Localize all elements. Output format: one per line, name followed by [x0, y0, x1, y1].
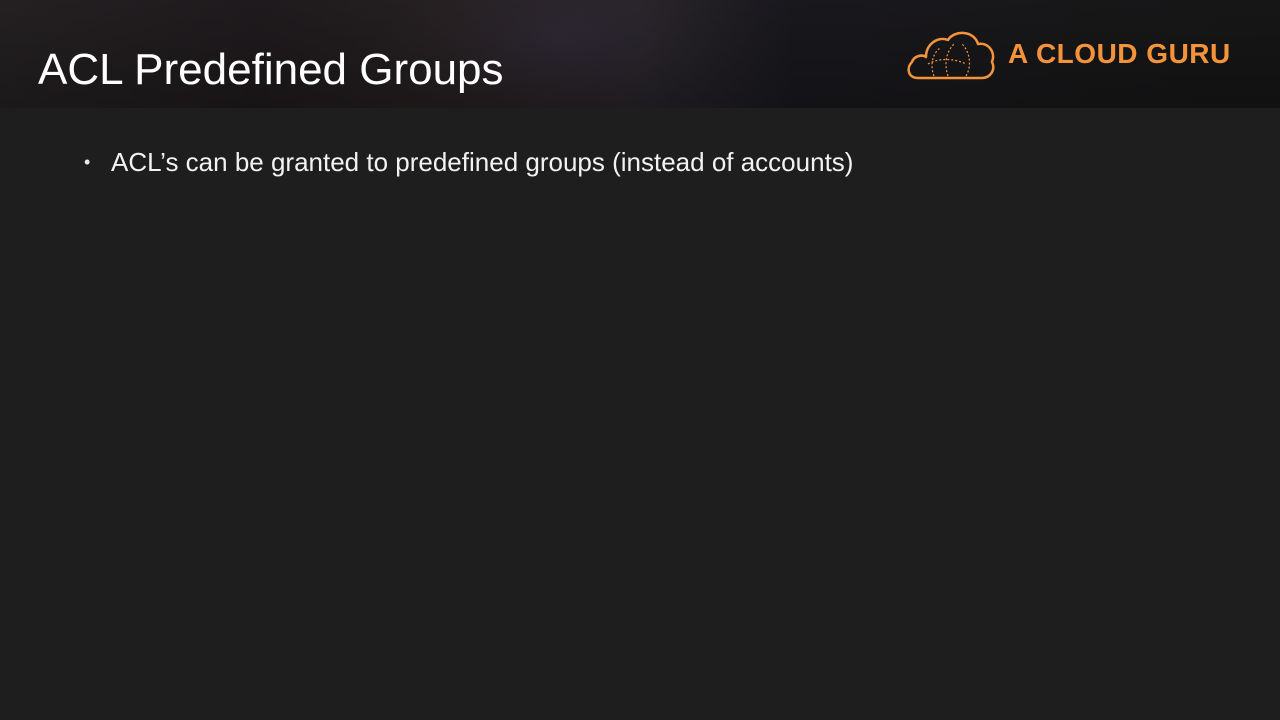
cloud-logo-icon [907, 31, 995, 80]
bullet-item: • ACL’s can be granted to predefined gro… [84, 140, 1234, 184]
slide: ACL Predefined Groups A CLOUD GURU • ACL… [0, 0, 1280, 720]
slide-title: ACL Predefined Groups [38, 45, 504, 94]
bullet-marker: • [84, 152, 91, 172]
slide-body: • ACL’s can be granted to predefined gro… [84, 140, 1234, 184]
brand-logo: A CLOUD GURU [904, 28, 1244, 82]
brand-name: A CLOUD GURU [1008, 38, 1231, 69]
bullet-text: ACL’s can be granted to predefined group… [111, 147, 854, 177]
